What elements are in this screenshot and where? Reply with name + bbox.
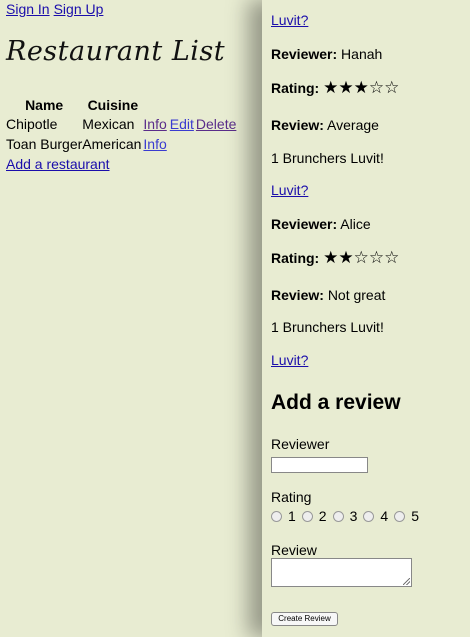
table-row: Toan Burger American Info <box>6 134 236 154</box>
reviewer-name: Alice <box>340 216 371 232</box>
row-actions: Info Edit Delete <box>143 114 236 134</box>
restaurant-name: Toan Burger <box>6 136 83 152</box>
review-text: Not great <box>327 287 386 303</box>
rating-stars: ★★☆☆☆ <box>323 248 400 267</box>
reviewer-line: Reviewer: Hanah <box>271 46 382 62</box>
restaurant-cuisine: Mexican <box>82 116 135 132</box>
add-restaurant-link[interactable]: Add a restaurant <box>6 156 110 172</box>
resize-grip-icon[interactable] <box>403 578 410 585</box>
rating-option-label: 1 <box>288 508 296 524</box>
review-label: Review: <box>271 117 324 133</box>
rating-radio-3[interactable] <box>332 510 344 522</box>
luvit-link[interactable]: Luvit? <box>271 12 308 28</box>
luvit-count: 1 Brunchers Luvit! <box>271 150 384 166</box>
rating-radio-2[interactable] <box>301 510 313 522</box>
info-link[interactable]: Info <box>143 136 166 152</box>
add-review-heading: Add a review <box>271 391 401 414</box>
reviewer-field-label: Reviewer <box>271 436 330 452</box>
reviewer-input[interactable] <box>271 457 368 473</box>
rating-option-label: 5 <box>411 508 419 524</box>
row-actions: Info <box>143 134 236 154</box>
table-header-row: Name Cuisine <box>6 96 236 114</box>
review-line: Review: Average <box>271 117 379 133</box>
review-field-label: Review <box>271 542 317 558</box>
rating-radio-1[interactable] <box>271 510 282 522</box>
rating-line: Rating: ★★☆☆☆ <box>271 248 399 268</box>
reviewer-label: Reviewer: <box>271 216 338 232</box>
rating-radio-5[interactable] <box>394 510 406 522</box>
restaurant-info-panel: Luvit? Reviewer: Hanah Rating: ★★★☆☆ Rev… <box>262 0 470 637</box>
luvit-link[interactable]: Luvit? <box>271 182 308 198</box>
restaurant-cuisine: American <box>82 136 142 152</box>
column-header-cuisine: Cuisine <box>87 97 139 113</box>
column-header-name: Name <box>25 97 64 113</box>
review-line: Review: Not great <box>271 287 385 303</box>
rating-option-label: 3 <box>349 508 358 524</box>
table-row: Chipotle Mexican Info Edit Delete <box>6 114 236 134</box>
rating-label: Rating: <box>271 80 320 96</box>
rating-field-label: Rating <box>271 489 312 505</box>
auth-links: Sign In Sign Up <box>6 1 103 17</box>
reviewer-name: Hanah <box>341 46 383 62</box>
delete-link[interactable]: Delete <box>196 116 236 132</box>
luvit-count: 1 Brunchers Luvit! <box>271 319 384 335</box>
restaurant-table: Name Cuisine Chipotle Mexican Info Edit De… <box>6 96 236 154</box>
rating-radio-4[interactable] <box>363 510 375 522</box>
restaurant-list-page: Sign In Sign Up Restaurant List Name Cuis… <box>0 0 262 637</box>
sign-up-link[interactable]: Sign Up <box>54 1 104 17</box>
luvit-link[interactable]: Luvit? <box>271 352 308 368</box>
review-text: Average <box>327 117 379 133</box>
rating-label: Rating: <box>271 250 320 266</box>
create-review-button[interactable]: Create Review <box>271 612 338 626</box>
review-textarea[interactable] <box>271 558 412 587</box>
reviewer-line: Reviewer: Alice <box>271 216 371 232</box>
edit-link[interactable]: Edit <box>170 116 194 132</box>
rating-stars: ★★★☆☆ <box>323 78 400 97</box>
sign-in-link[interactable]: Sign In <box>6 1 50 17</box>
rating-option-label: 4 <box>380 508 389 524</box>
reviewer-label: Reviewer: <box>271 46 338 62</box>
restaurant-name: Chipotle <box>6 116 58 132</box>
review-label: Review: <box>271 287 324 303</box>
rating-option-label: 2 <box>318 508 327 524</box>
rating-radio-group: 1 2 3 4 5 <box>271 508 425 524</box>
page-title: Restaurant List <box>6 36 226 67</box>
rating-line: Rating: ★★★☆☆ <box>271 78 399 98</box>
info-link[interactable]: Info <box>143 116 166 132</box>
